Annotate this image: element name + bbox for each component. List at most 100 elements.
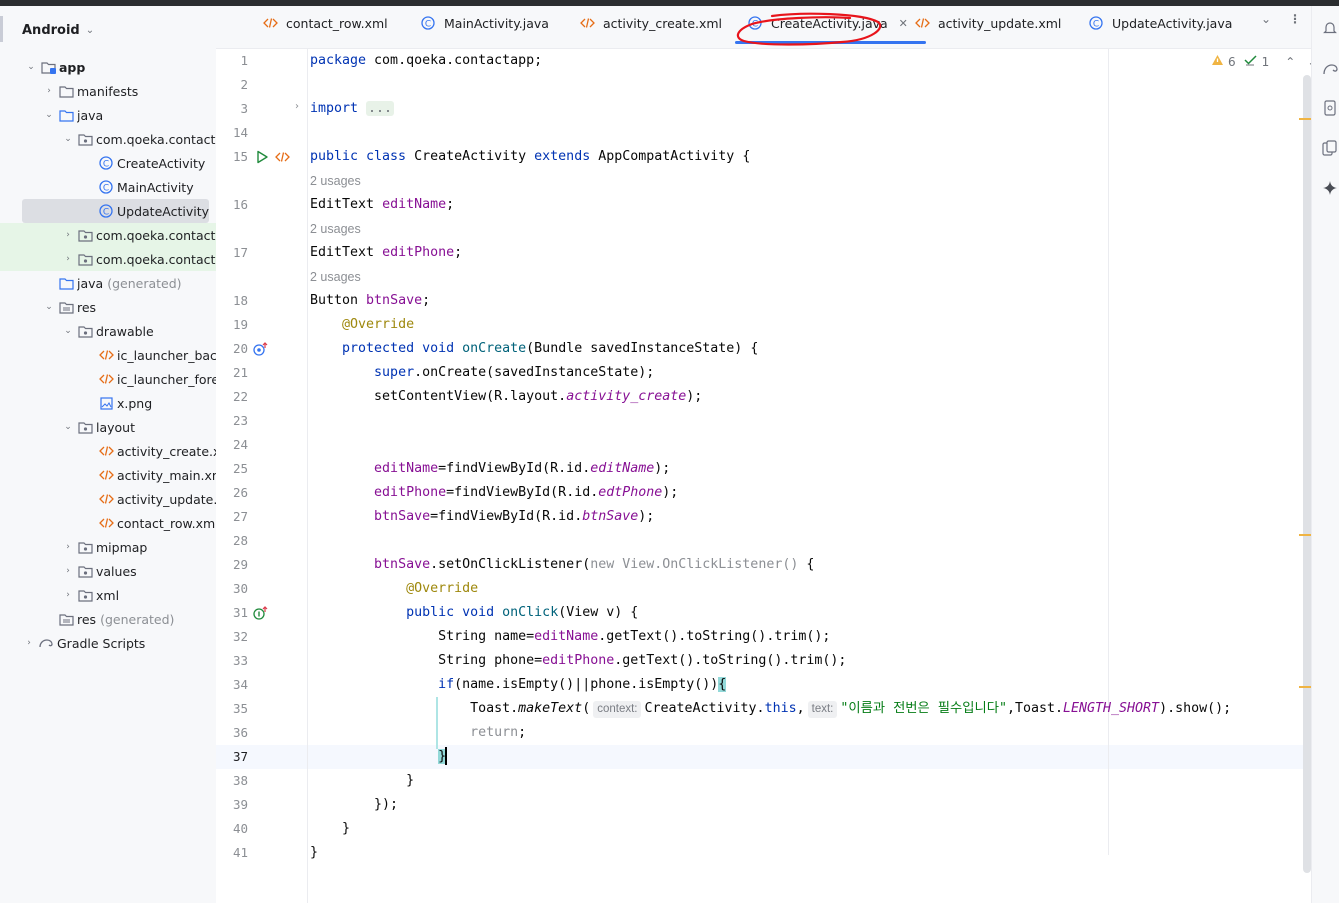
implement-method-icon[interactable]	[253, 605, 269, 621]
gradle-tool-icon[interactable]	[1320, 59, 1339, 78]
folded-imports[interactable]: ...	[366, 101, 395, 116]
previous-highlight-icon[interactable]: ⌃	[1285, 55, 1295, 69]
line-number: 21	[232, 365, 248, 380]
warning-icon	[1211, 54, 1224, 69]
close-icon[interactable]: ✕	[899, 17, 908, 30]
tree-item-ic-launcher-background[interactable]: ic_launcher_bacl	[0, 343, 216, 367]
run-icon[interactable]	[254, 149, 270, 165]
gutter-divider	[307, 49, 308, 903]
usages-hint[interactable]: 2 usages	[310, 265, 361, 289]
tree-item-mainactivity[interactable]: C MainActivity	[0, 175, 216, 199]
code-line: String phone=editPhone.getText().toStrin…	[310, 653, 847, 668]
line-number: 14	[232, 125, 248, 140]
chevron-down-icon: ⌄	[85, 24, 95, 36]
tree-item-label: Gradle Scripts	[57, 635, 146, 651]
tree-item-java[interactable]: ⌄ java	[0, 103, 216, 127]
tree-item-java-generated[interactable]: java (generated)	[0, 271, 216, 295]
xml-file-icon	[98, 347, 114, 363]
tree-item-createactivity[interactable]: C CreateActivity	[0, 151, 216, 175]
tree-item-values[interactable]: › values	[0, 559, 216, 583]
line-number: 29	[232, 557, 248, 572]
tree-item-activity-update-xml[interactable]: activity_update.x	[0, 487, 216, 511]
code-line: if(name.isEmpty()||phone.isEmpty()){	[438, 677, 727, 692]
tree-item-xml[interactable]: › xml	[0, 583, 216, 607]
warning-marker[interactable]	[1299, 118, 1311, 120]
tab-activity-create-xml[interactable]: activity_create.xml	[577, 10, 722, 36]
tab-mainactivity-java[interactable]: C MainActivity.java	[418, 10, 549, 36]
tree-item-res-generated[interactable]: res (generated)	[0, 607, 216, 631]
xml-file-icon	[262, 15, 278, 31]
code-line: String name=editName.getText().toString(…	[310, 629, 831, 644]
tab-contact-row-xml[interactable]: contact_row.xml	[260, 10, 388, 36]
usages-hint[interactable]: 2 usages	[310, 169, 361, 193]
tree-item-layout[interactable]: ⌄ layout	[0, 415, 216, 439]
tree-item-package[interactable]: ⌄ com.qoeka.contacta	[0, 127, 216, 151]
collapsed-arrow-icon: ›	[66, 566, 70, 576]
warning-marker[interactable]	[1299, 534, 1311, 536]
svg-text:C: C	[425, 20, 431, 30]
tree-item-mipmap[interactable]: › mipmap	[0, 535, 216, 559]
resource-folder-icon	[58, 611, 74, 627]
module-folder-icon	[40, 59, 56, 75]
code-line: btnSave=findViewById(R.id.btnSave);	[374, 509, 655, 524]
java-class-icon: C	[1088, 15, 1104, 31]
line-number: 16	[232, 197, 248, 212]
tree-item-drawable[interactable]: ⌄ drawable	[0, 319, 216, 343]
override-method-icon[interactable]	[253, 341, 269, 357]
running-devices-icon[interactable]	[1320, 138, 1339, 157]
tree-item-label: ic_launcher_fore	[117, 371, 216, 387]
code-line-current: }	[438, 747, 447, 765]
tree-item-updateactivity[interactable]: C UpdateActivity	[22, 199, 209, 223]
tree-item-contact-row-xml[interactable]: contact_row.xml	[0, 511, 216, 535]
tree-item-app[interactable]: ⌄ app	[0, 55, 216, 79]
tree-item-x-png[interactable]: x.png	[0, 391, 216, 415]
code-line: public class CreateActivity extends AppC…	[310, 149, 751, 164]
tab-updateactivity-java[interactable]: C UpdateActivity.java	[1086, 10, 1232, 36]
project-view-label: Android	[22, 22, 80, 38]
tree-item-label: layout	[96, 419, 136, 435]
usages-hint[interactable]: 2 usages	[310, 217, 361, 241]
code-line: }	[310, 821, 351, 836]
tree-item-activity-main-xml[interactable]: activity_main.xml	[0, 463, 216, 487]
fold-arrow-icon[interactable]: ›	[295, 101, 299, 112]
xml-file-icon	[98, 443, 114, 459]
inspection-widget[interactable]: 6 1 ⌃ ⌄	[1211, 54, 1317, 69]
code-line: Toast.makeText(context: CreateActivity.th…	[310, 701, 1232, 718]
line-number: 17	[232, 245, 248, 260]
tree-item-label: MainActivity	[117, 179, 194, 195]
code-line: return;	[470, 725, 527, 740]
package-icon	[77, 227, 93, 243]
chevron-down-icon[interactable]: ⌄	[1261, 12, 1271, 26]
xml-layout-icon[interactable]	[274, 149, 290, 165]
collapsed-arrow-icon: ›	[66, 230, 70, 240]
warning-marker[interactable]	[1299, 686, 1311, 688]
gemini-sparkle-icon[interactable]	[1320, 178, 1339, 197]
project-view-selector[interactable]: Android ⌄	[22, 20, 94, 40]
more-options-icon[interactable]: ⋮	[1289, 12, 1301, 26]
code-line: public void onClick(View v) {	[406, 605, 639, 620]
tree-item-label: drawable	[96, 323, 154, 339]
parameter-hint-text: text:	[807, 701, 838, 718]
tab-activity-update-xml[interactable]: activity_update.xml	[912, 10, 1061, 36]
tree-item-package-test[interactable]: › com.qoeka.contacta	[0, 247, 216, 271]
tree-item-label: res	[77, 611, 97, 627]
tree-item-package-androidtest[interactable]: › com.qoeka.contacta	[0, 223, 216, 247]
tree-item-ic-launcher-foreground[interactable]: ic_launcher_fore	[0, 367, 216, 391]
check-icon	[1244, 54, 1258, 69]
package-icon	[77, 539, 93, 555]
package-name: com.qoeka.contactapp;	[374, 53, 543, 68]
expanded-arrow-icon: ⌄	[64, 326, 72, 336]
tree-item-manifests[interactable]: › manifests	[0, 79, 216, 103]
weak-warning-count: 1	[1261, 54, 1270, 69]
notifications-icon[interactable]	[1320, 18, 1339, 37]
tree-item-res[interactable]: ⌄ res	[0, 295, 216, 319]
folder-icon	[58, 83, 74, 99]
vertical-scrollbar[interactable]	[1303, 75, 1311, 873]
device-manager-icon[interactable]	[1320, 98, 1339, 117]
tree-item-activity-create-xml[interactable]: activity_create.xn	[0, 439, 216, 463]
code-line: editName=findViewById(R.id.editName);	[374, 461, 671, 476]
code-line: @Override	[342, 317, 415, 332]
tree-item-label: mipmap	[96, 539, 148, 555]
tree-item-gradle-scripts[interactable]: › Gradle Scripts	[0, 631, 216, 655]
collapsed-arrow-icon: ›	[66, 542, 70, 552]
